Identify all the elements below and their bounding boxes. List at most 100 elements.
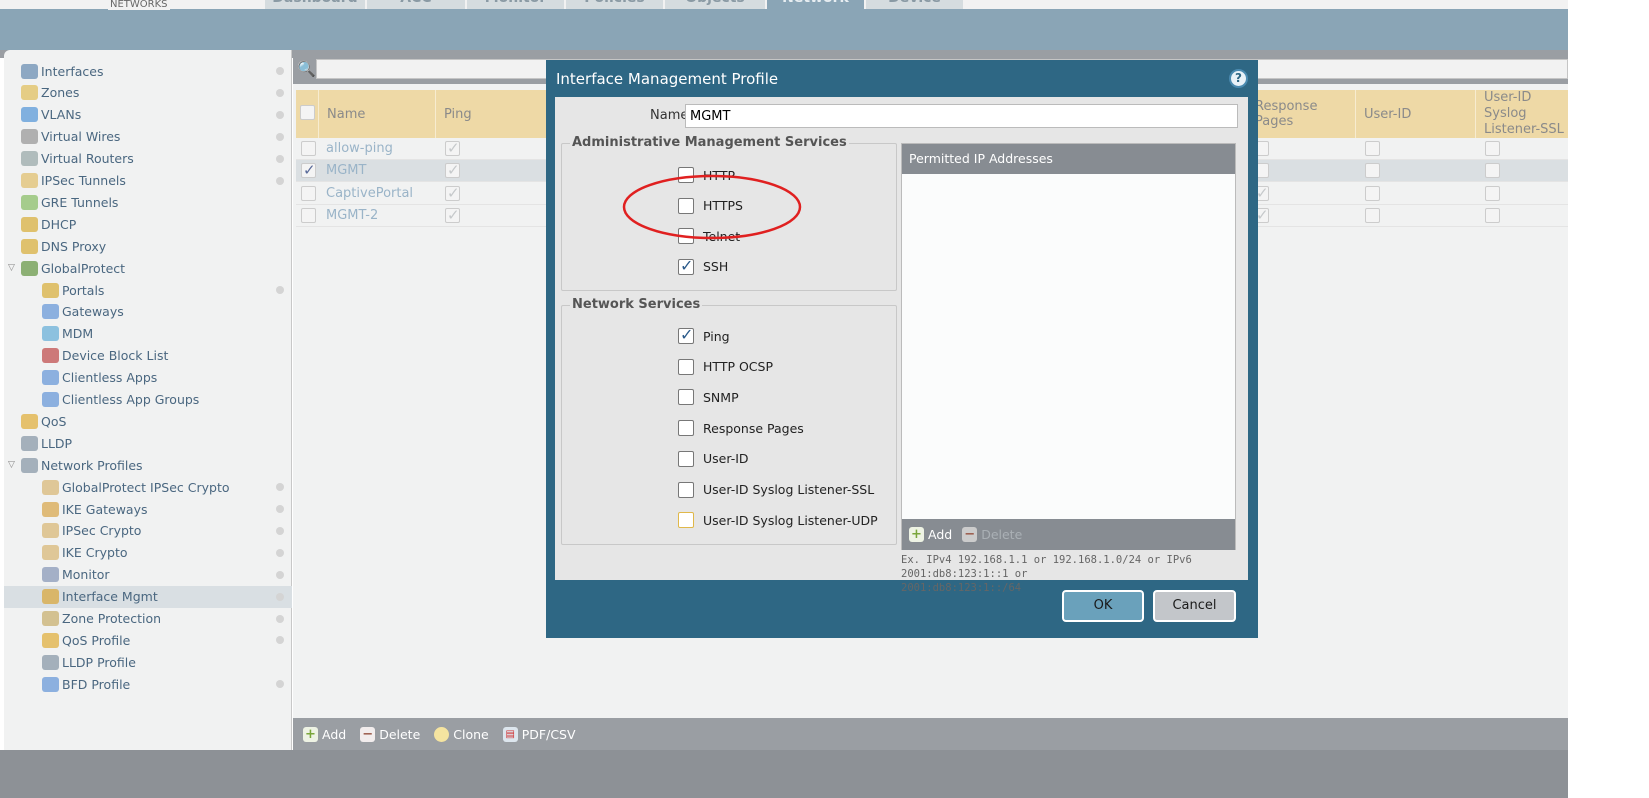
column-header-name[interactable]: Name	[318, 90, 435, 138]
option-ssh[interactable]: SSH	[678, 256, 728, 275]
sidebar-item-mdm[interactable]: MDM	[4, 323, 292, 345]
search-icon[interactable]: 🔍	[297, 60, 316, 78]
tab-policies[interactable]: Policies	[566, 0, 663, 9]
syslog-ssl-check	[1485, 141, 1500, 156]
lldp-icon	[42, 654, 59, 670]
checkbox[interactable]	[678, 512, 694, 529]
checkbox[interactable]	[678, 325, 694, 344]
option-snmp[interactable]: SNMP	[678, 389, 739, 406]
option-user-id[interactable]: User-ID	[678, 450, 749, 467]
sidebar-item-dns-proxy[interactable]: DNS Proxy	[4, 235, 292, 257]
footer-bar	[0, 750, 1568, 798]
vlans-icon	[21, 107, 38, 123]
sidebar-item-label: Portals	[62, 282, 105, 298]
checkbox[interactable]	[678, 420, 694, 437]
tab-objects[interactable]: Objects	[665, 0, 765, 9]
clone-button[interactable]: Clone	[434, 726, 489, 742]
sidebar-item-zone-protection[interactable]: Zone Protection	[4, 608, 292, 630]
pdf-csv-button[interactable]: ▤ PDF/CSV	[502, 726, 576, 742]
tab-dashboard[interactable]: Dashboard	[265, 0, 365, 9]
router-icon	[21, 151, 38, 167]
sidebar-item-ipsec-tunnels[interactable]: IPSec Tunnels	[4, 170, 292, 192]
name-input[interactable]	[685, 104, 1238, 128]
tab-network[interactable]: Network	[767, 0, 864, 9]
admin-services-legend: Administrative Management Services	[570, 135, 849, 150]
row-checkbox[interactable]	[301, 207, 316, 223]
checkbox[interactable]	[678, 256, 694, 275]
checkbox[interactable]	[678, 481, 694, 498]
ike-gateway-icon	[42, 501, 59, 517]
sidebar-item-gre-tunnels[interactable]: GRE Tunnels	[4, 191, 292, 213]
delete-button[interactable]: − Delete	[360, 726, 420, 742]
sidebar-item-qos[interactable]: QoS	[4, 410, 292, 432]
tab-acc[interactable]: ACC	[367, 0, 465, 9]
sidebar-item-clientless-apps[interactable]: Clientless Apps	[4, 367, 292, 389]
row-name-link[interactable]: allow-ping	[326, 141, 393, 156]
option-user-id-syslog-listener-ssl[interactable]: User-ID Syslog Listener-SSL	[678, 481, 874, 498]
sidebar-item-interface-mgmt[interactable]: Interface Mgmt	[4, 585, 292, 608]
sidebar-item-lldp[interactable]: LLDP	[4, 432, 292, 454]
sidebar-item-clientless-app-groups[interactable]: Clientless App Groups	[4, 389, 292, 411]
column-header-ping[interactable]: Ping	[435, 90, 545, 138]
add-button[interactable]: + Add	[303, 726, 346, 742]
cancel-button[interactable]: Cancel	[1153, 590, 1236, 622]
row-name-link[interactable]: MGMT	[326, 163, 366, 178]
expand-arrow-icon[interactable]: ▽	[8, 460, 15, 470]
sidebar-item-label: Gateways	[62, 304, 124, 320]
sidebar-item-virtual-routers[interactable]: Virtual Routers	[4, 148, 292, 170]
permitted-delete-button[interactable]: − Delete	[962, 527, 1022, 542]
permitted-add-button[interactable]: + Add	[909, 527, 952, 542]
row-name-link[interactable]: CaptivePortal	[326, 186, 413, 201]
tab-monitor[interactable]: Monitor	[467, 0, 564, 9]
sidebar-item-dhcp[interactable]: DHCP	[4, 213, 292, 235]
row-name-link[interactable]: MGMT-2	[326, 208, 378, 223]
ok-button[interactable]: OK	[1062, 590, 1144, 622]
sidebar-item-virtual-wires[interactable]: Virtual Wires	[4, 126, 292, 148]
sidebar-item-bfd-profile[interactable]: BFD Profile	[4, 673, 292, 695]
checkbox[interactable]	[678, 450, 694, 467]
row-checkbox[interactable]	[301, 185, 316, 201]
sidebar-item-lldp-profile[interactable]: LLDP Profile	[4, 651, 292, 673]
column-header-user-id[interactable]: User-ID	[1355, 90, 1475, 138]
column-header-syslog-ssl[interactable]: User-ID Syslog Listener-SSL	[1475, 90, 1568, 138]
sidebar-item-ike-crypto[interactable]: IKE Crypto	[4, 542, 292, 564]
row-checkbox[interactable]	[301, 141, 316, 156]
lock-icon	[42, 545, 59, 561]
bottom-toolbar: + Add − Delete Clone ▤ PDF/CSV	[293, 718, 1568, 750]
dns-icon	[21, 238, 38, 254]
sidebar-item-label: BFD Profile	[62, 676, 131, 692]
sidebar-item-device-block-list[interactable]: Device Block List	[4, 345, 292, 367]
sidebar-item-portals[interactable]: Portals	[4, 279, 292, 301]
sidebar-item-zones[interactable]: Zones	[4, 82, 292, 104]
option-http-ocsp[interactable]: HTTP OCSP	[678, 358, 773, 375]
sidebar-item-qos-profile[interactable]: QoS Profile	[4, 629, 292, 651]
block-list-icon	[42, 348, 59, 364]
option-ping[interactable]: Ping	[678, 325, 730, 344]
row-checkbox[interactable]	[301, 161, 316, 179]
help-icon[interactable]: ?	[1229, 69, 1248, 88]
tab-device[interactable]: Device	[866, 0, 963, 9]
sidebar-item-gateways[interactable]: Gateways	[4, 301, 292, 323]
column-header-response-pages[interactable]: Response Pages	[1246, 90, 1356, 138]
sidebar-item-monitor[interactable]: Monitor	[4, 564, 292, 586]
expand-arrow-icon[interactable]: ▽	[8, 263, 15, 273]
sidebar-item-globalprotect-ipsec-crypto[interactable]: GlobalProtect IPSec Crypto	[4, 476, 292, 498]
sidebar-item-network-profiles[interactable]: ▽ Network Profiles	[4, 454, 292, 476]
checkbox[interactable]	[678, 358, 694, 375]
sidebar-item-vlans[interactable]: VLANs	[4, 104, 292, 126]
option-response-pages[interactable]: Response Pages	[678, 420, 804, 437]
sidebar-item-globalprotect[interactable]: ▽ GlobalProtect	[4, 257, 292, 279]
sidebar-item-interfaces[interactable]: Interfaces	[4, 60, 292, 82]
status-dot	[276, 483, 284, 492]
syslog-ssl-check	[1485, 207, 1500, 223]
interface-management-profile-dialog: Interface Management Profile ? Name Admi…	[546, 60, 1258, 638]
option-user-id-syslog-listener-udp[interactable]: User-ID Syslog Listener-UDP	[678, 512, 878, 529]
checkbox[interactable]	[678, 389, 694, 406]
sidebar-item-ipsec-crypto[interactable]: IPSec Crypto	[4, 520, 292, 542]
sidebar-item-ike-gateways[interactable]: IKE Gateways	[4, 498, 292, 520]
sidebar-item-label: VLANs	[41, 107, 82, 123]
select-all-checkbox[interactable]	[300, 105, 315, 120]
status-dot	[276, 286, 284, 294]
permitted-ip-list[interactable]: Permitted IP Addresses + Add − Delete	[901, 143, 1236, 550]
sidebar-item-label: Virtual Routers	[41, 151, 134, 167]
